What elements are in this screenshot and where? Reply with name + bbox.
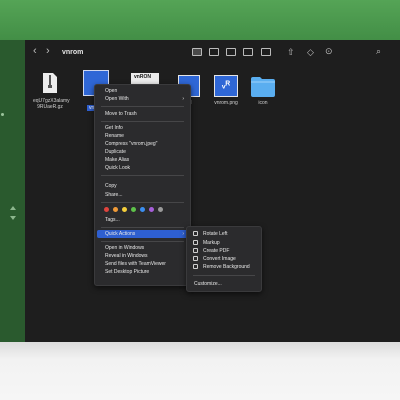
forward-icon[interactable]: › (46, 45, 50, 57)
folder-item[interactable]: icon (246, 75, 280, 106)
separator (101, 227, 184, 228)
file-thumb-label: vnRON (134, 74, 151, 80)
menu-item-make-alias[interactable]: Make Alias (97, 156, 188, 164)
separator (101, 202, 184, 203)
separator (101, 121, 184, 122)
menu-item-label: Quick Actions (105, 231, 136, 237)
menu-item-duplicate[interactable]: Duplicate (97, 148, 188, 156)
menu-item-convert-image[interactable]: Convert Image (189, 255, 259, 263)
menu-item-rotate-left[interactable]: Rotate Left (189, 230, 259, 238)
file-name: icon (258, 100, 268, 106)
menu-item-customize[interactable]: Customize... (189, 280, 259, 288)
menu-item-rename[interactable]: Rename (97, 132, 188, 140)
column-view-button[interactable] (226, 48, 236, 56)
menu-item-open[interactable]: Open (97, 87, 188, 95)
desktop-bottom (0, 342, 400, 400)
sidebar-up-icon[interactable] (10, 206, 16, 210)
file-name-line2: 9RUaeR.gz (37, 104, 63, 110)
menu-item-open-in-windows[interactable]: Open in Windows (97, 244, 188, 252)
sidebar-down-icon[interactable] (10, 216, 16, 220)
icon-view-button[interactable] (192, 48, 202, 56)
tag-color-dot[interactable] (104, 207, 109, 212)
menu-item-quick-actions[interactable]: Quick Actions › (97, 230, 188, 238)
menu-item-create-pdf[interactable]: Create PDF (189, 247, 259, 255)
file-name: vnrom.png (214, 100, 238, 106)
share-icon[interactable]: ⇧ (287, 46, 295, 58)
menu-item-move-to-trash[interactable]: Move to Trash (97, 110, 188, 118)
more-icon[interactable]: ⊙ (325, 45, 333, 57)
tag-color-dot[interactable] (122, 207, 127, 212)
menu-item-send-teamviewer[interactable]: Send files with TeamViewer (97, 260, 188, 268)
tag-color-dot[interactable] (140, 207, 145, 212)
menu-item-set-desktop-picture[interactable]: Set Desktop Picture (97, 268, 188, 276)
menu-item-remove-background[interactable]: Remove Background (189, 263, 259, 271)
menu-item-quick-look[interactable]: Quick Look (97, 164, 188, 172)
tag-icon[interactable]: ◇ (307, 46, 314, 58)
sidebar-dot (1, 113, 4, 116)
submenu-arrow-icon: › (182, 231, 184, 237)
window-title: vnrom (62, 49, 84, 56)
menu-item-label: Open With (105, 96, 129, 102)
sidebar (0, 40, 25, 342)
folder-icon (251, 77, 275, 97)
menu-item-tags[interactable]: Tags... (97, 216, 188, 224)
zip-file-icon (43, 73, 57, 93)
tag-color-dot[interactable] (131, 207, 136, 212)
tag-color-dot[interactable] (113, 207, 118, 212)
file-item[interactable]: ᵥᴿ vnrom.png (209, 75, 243, 106)
quick-actions-submenu: Rotate Left Markup Create PDF Convert Im… (186, 226, 262, 292)
png-file-icon: ᵥᴿ (214, 75, 238, 97)
menu-item-open-with[interactable]: Open With › (97, 95, 188, 103)
tag-color-dot[interactable] (149, 207, 154, 212)
menu-item-markup[interactable]: Markup (189, 239, 259, 247)
separator (101, 241, 184, 242)
separator (101, 106, 184, 107)
menu-item-share[interactable]: Share... (97, 191, 188, 199)
menu-item-compress[interactable]: Compress "vnrom.jpeg" (97, 140, 188, 148)
separator (101, 175, 184, 176)
list-view-button[interactable] (209, 48, 219, 56)
menu-item-copy[interactable]: Copy (97, 182, 188, 190)
toolbar: ‹ › vnrom ⇧ ◇ ⊙ ⌕ (25, 42, 400, 68)
search-icon[interactable]: ⌕ (376, 45, 381, 57)
submenu-arrow-icon: › (182, 96, 184, 102)
back-icon[interactable]: ‹ (33, 45, 37, 57)
group-button[interactable] (261, 48, 271, 56)
tag-color-dot[interactable] (158, 207, 163, 212)
gallery-view-button[interactable] (243, 48, 253, 56)
separator (193, 275, 255, 276)
menu-item-reveal-in-windows[interactable]: Reveal in Windows (97, 252, 188, 260)
menu-item-get-info[interactable]: Get Info (97, 124, 188, 132)
file-item[interactable]: eqU7gzX3alamy 9RUaeR.gz (33, 72, 70, 110)
context-menu: Open Open With › Move to Trash Get Info … (94, 84, 191, 286)
